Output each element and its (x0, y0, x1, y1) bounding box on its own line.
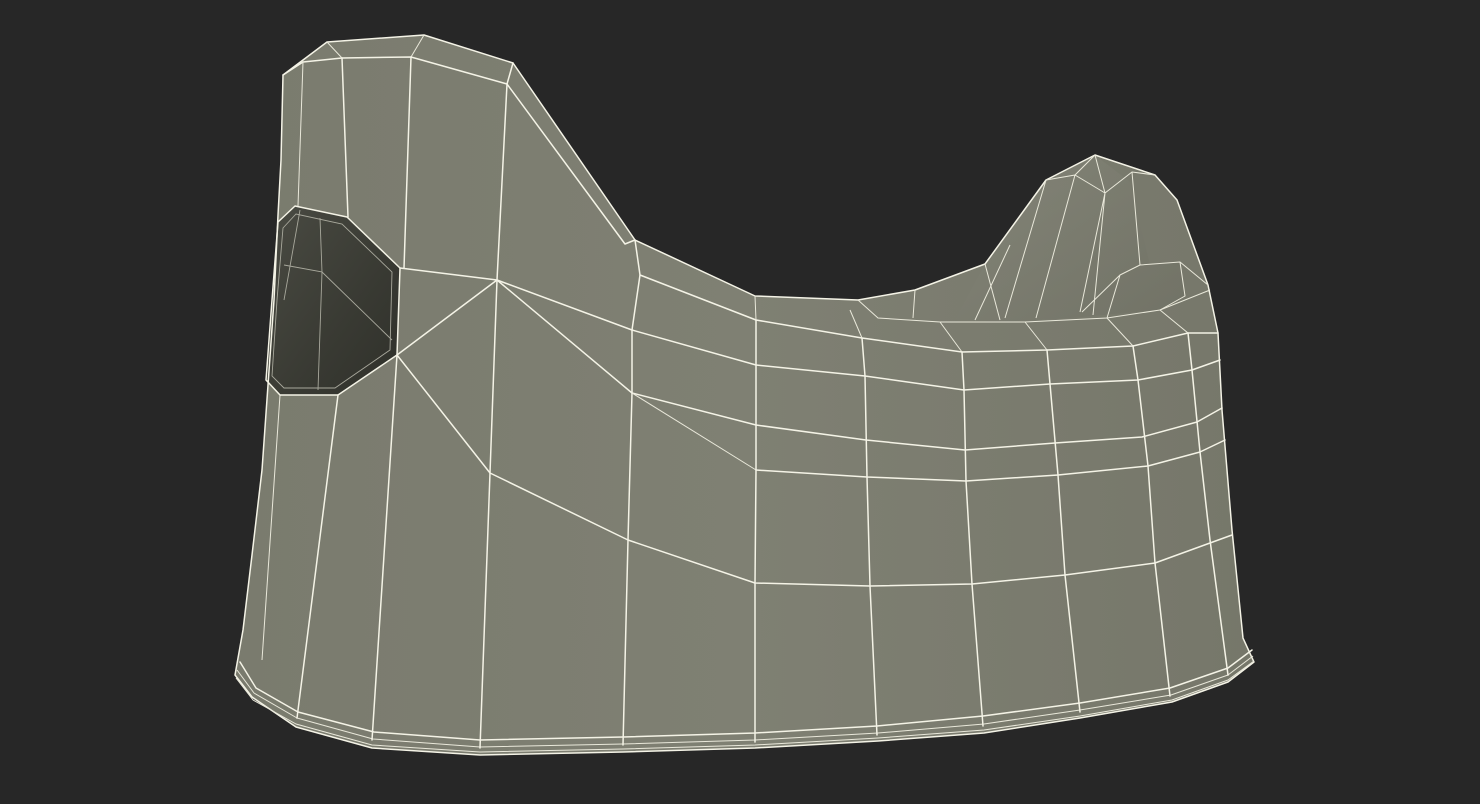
viewport (0, 0, 1480, 800)
potty-wireframe-model (234, 34, 1255, 756)
body-surface (235, 35, 1254, 755)
